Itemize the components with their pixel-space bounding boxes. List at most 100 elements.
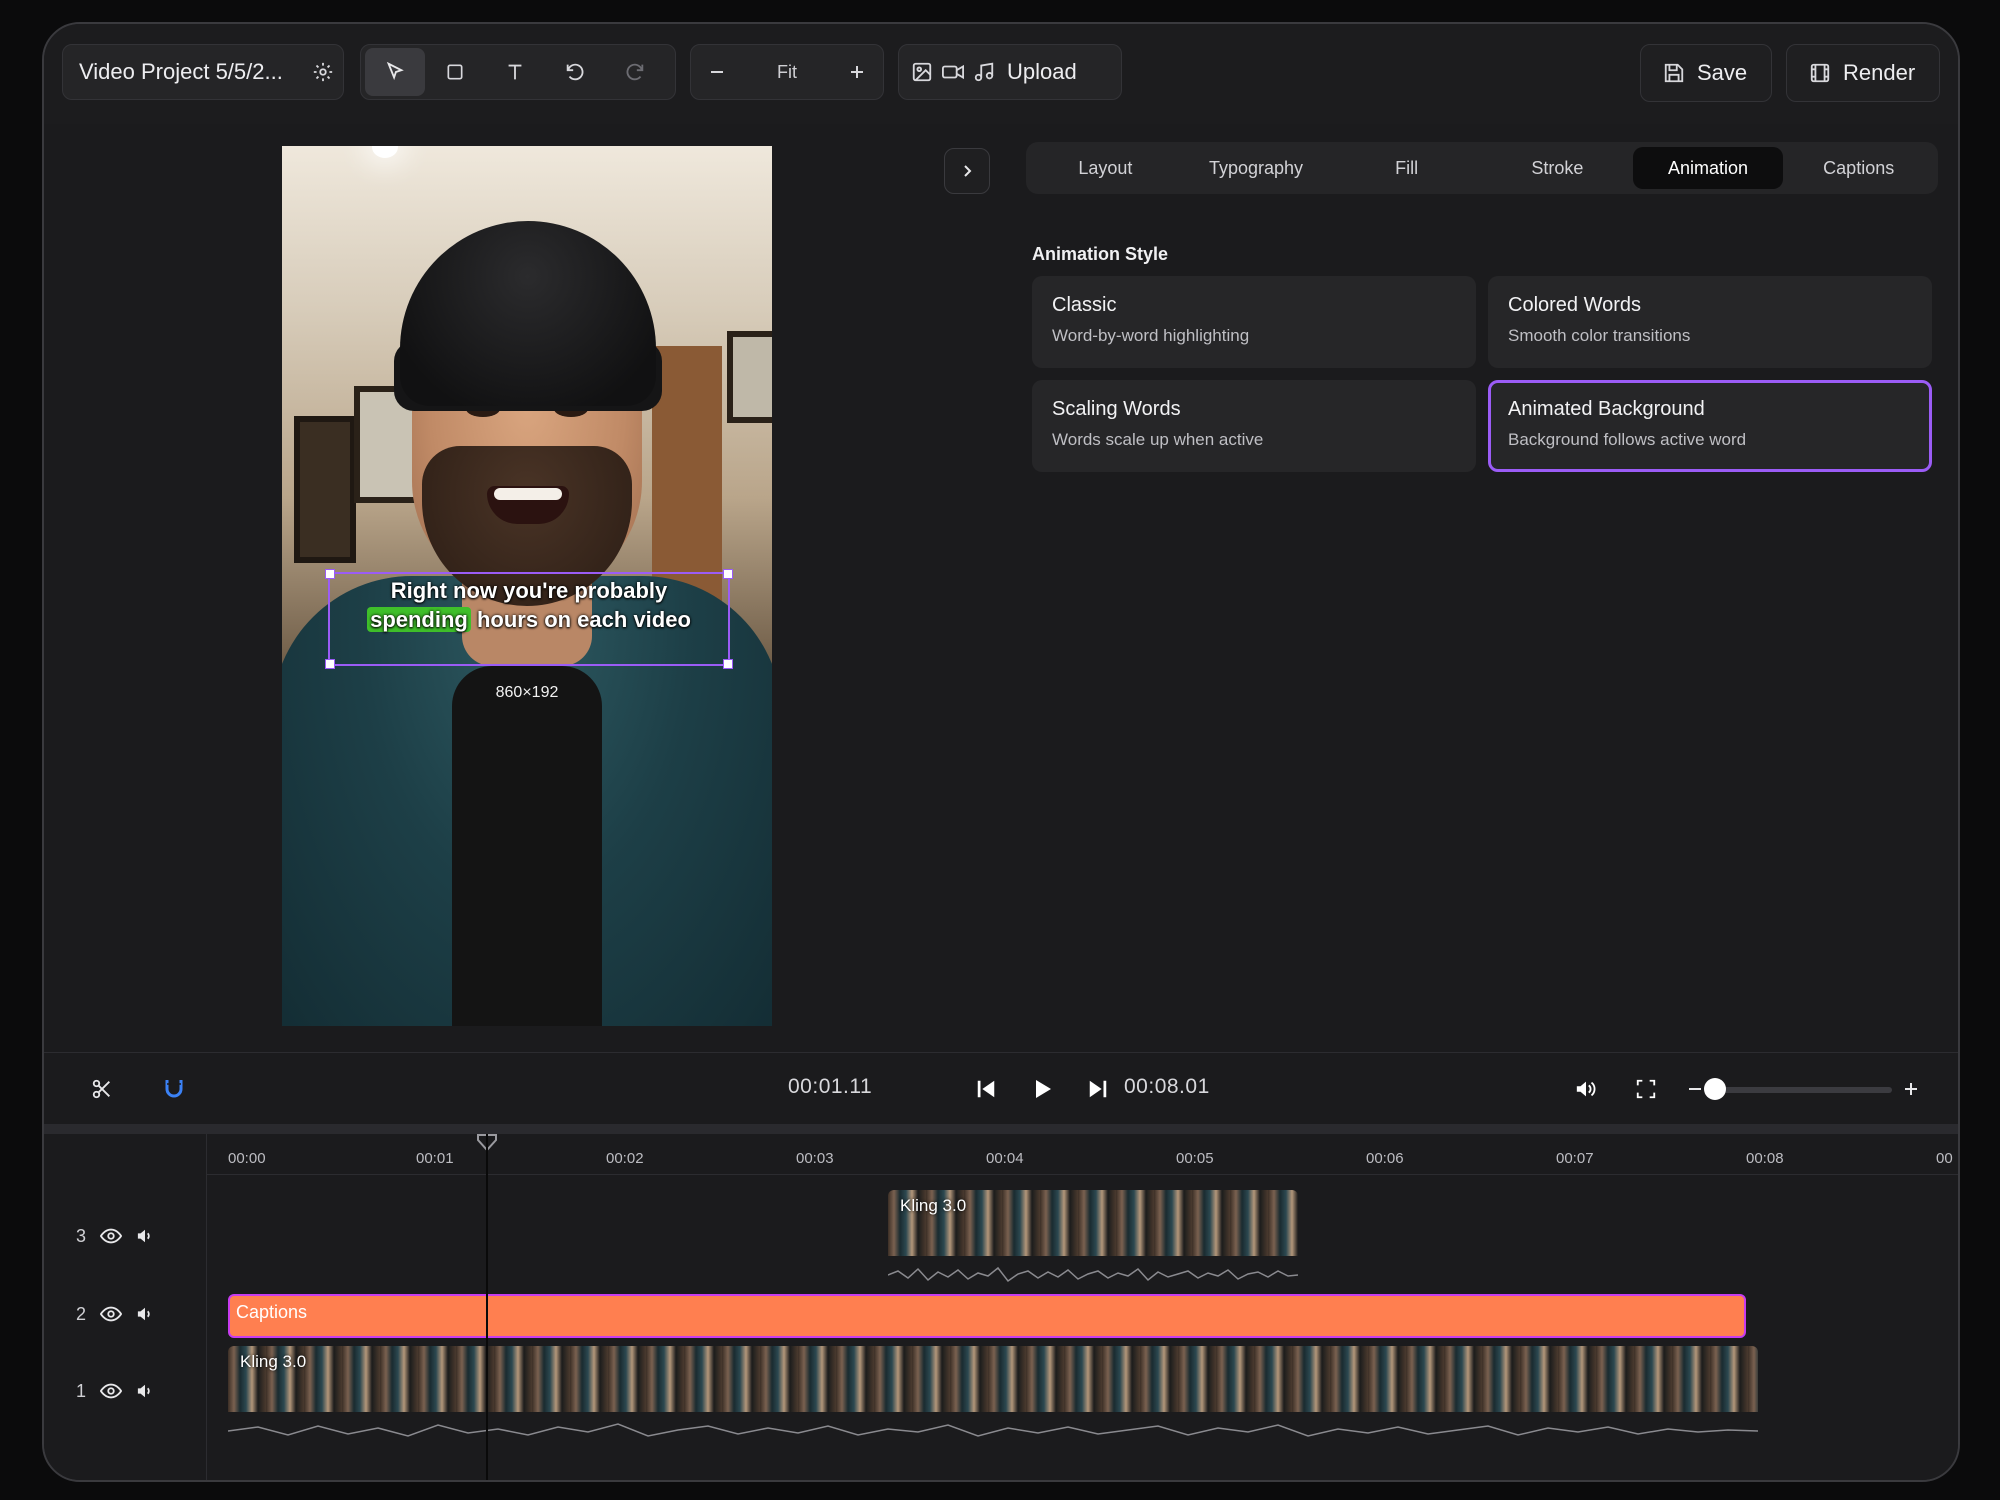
style-card-scaling-words[interactable]: Scaling Words Words scale up when active: [1032, 380, 1476, 472]
zoom-out-button[interactable]: [697, 50, 737, 94]
style-title: Classic: [1052, 294, 1117, 316]
speaker-icon: [1574, 1078, 1598, 1100]
captions-clip[interactable]: Captions: [228, 1294, 1746, 1338]
play-icon: [1030, 1077, 1054, 1101]
fullscreen-icon: [1635, 1078, 1657, 1100]
clip-label: Kling 3.0: [240, 1352, 307, 1371]
zoom-in-button[interactable]: [837, 50, 877, 94]
skip-back-icon: [975, 1078, 997, 1100]
text-tool-button[interactable]: [485, 48, 545, 96]
clip-label: Captions: [236, 1302, 308, 1322]
skip-forward-icon: [1087, 1078, 1109, 1100]
save-label: Save: [1697, 60, 1748, 85]
speaker-icon[interactable]: [136, 1306, 154, 1322]
preview-area: Right now you're probably spending hours…: [44, 124, 1009, 1052]
cursor-arrow-icon: [384, 61, 406, 83]
active-word-highlight: spending: [367, 607, 471, 632]
timeline-zoom-slider-knob[interactable]: [1704, 1078, 1726, 1100]
caption-line-2: spending hours on each video: [330, 607, 728, 633]
plus-icon: [849, 64, 865, 80]
split-clip-button[interactable]: [80, 1067, 124, 1111]
ruler-tick: 00: [1936, 1150, 1953, 1167]
tab-layout[interactable]: Layout: [1030, 147, 1181, 189]
speaker-icon[interactable]: [136, 1383, 154, 1399]
playback-controls: 00:01.11 00:08.01: [44, 1052, 1958, 1125]
rectangle-tool-button[interactable]: [425, 48, 485, 96]
track-number: 1: [75, 1380, 86, 1401]
chevron-right-icon: [959, 163, 975, 179]
project-title[interactable]: Video Project 5/5/2...: [79, 59, 303, 85]
zoom-group: Fit: [690, 44, 884, 100]
ruler-tick: 00:06: [1366, 1150, 1404, 1167]
timeline: 00:00 00:01 00:02 00:03 00:04 00:05 00:0…: [44, 1134, 1958, 1480]
timeline-zoom-in-button[interactable]: [1896, 1067, 1926, 1111]
tab-stroke[interactable]: Stroke: [1482, 147, 1633, 189]
ruler-tick: 00:02: [606, 1150, 644, 1167]
total-duration: 00:08.01: [1124, 1075, 1210, 1098]
square-icon: [445, 62, 465, 82]
settings-gear-icon[interactable]: [303, 52, 343, 92]
ruler-tick: 00:05: [1176, 1150, 1214, 1167]
timeline-divider[interactable]: [44, 1124, 1958, 1134]
section-title: Animation Style: [1032, 244, 1169, 264]
caption-selection-box[interactable]: Right now you're probably spending hours…: [325, 569, 733, 669]
caption-line-2-text: hours on each video: [470, 607, 691, 632]
eye-icon[interactable]: [100, 1306, 122, 1322]
tab-captions[interactable]: Captions: [1783, 147, 1934, 189]
style-card-animated-background[interactable]: Animated Background Background follows a…: [1488, 380, 1932, 472]
style-description: Words scale up when active: [1052, 430, 1264, 449]
eye-icon[interactable]: [100, 1383, 122, 1399]
redo-button[interactable]: [605, 48, 665, 96]
ruler-tick: 00:08: [1746, 1150, 1784, 1167]
zoom-level[interactable]: Fit: [777, 62, 797, 83]
ruler-tick: 00:03: [796, 1150, 834, 1167]
resize-handle[interactable]: [325, 659, 335, 669]
collapse-panel-button[interactable]: [944, 148, 990, 194]
tab-fill[interactable]: Fill: [1331, 147, 1482, 189]
eye-icon[interactable]: [100, 1228, 122, 1244]
timeline-zoom-slider[interactable]: [1716, 1087, 1892, 1093]
playhead[interactable]: [486, 1134, 488, 1480]
resize-handle[interactable]: [723, 659, 733, 669]
tab-typography[interactable]: Typography: [1181, 147, 1332, 189]
style-card-colored-words[interactable]: Colored Words Smooth color transitions: [1488, 276, 1932, 368]
scissors-icon: [91, 1078, 113, 1100]
video-clip-track-3[interactable]: Kling 3.0: [888, 1190, 1298, 1288]
video-editor-window: Video Project 5/5/2... Fit Upload Save R…: [42, 22, 1960, 1482]
select-tool-button[interactable]: [365, 48, 425, 96]
style-card-classic[interactable]: Classic Word-by-word highlighting: [1032, 276, 1476, 368]
video-camera-icon: [941, 61, 965, 83]
render-button[interactable]: Render: [1786, 44, 1940, 102]
track-number: 3: [75, 1225, 86, 1246]
save-button[interactable]: Save: [1640, 44, 1772, 102]
fullscreen-button[interactable]: [1624, 1067, 1668, 1111]
dimensions-label: 860×192: [495, 684, 559, 701]
play-button[interactable]: [1020, 1067, 1064, 1111]
speaker-icon[interactable]: [136, 1228, 154, 1244]
property-tabs: Layout Typography Fill Stroke Animation …: [1026, 142, 1938, 194]
track-number: 2: [75, 1303, 86, 1324]
properties-panel: Layout Typography Fill Stroke Animation …: [1008, 124, 1958, 1052]
skip-back-button[interactable]: [964, 1067, 1008, 1111]
floppy-disk-icon: [1663, 62, 1685, 84]
clip-label: Kling 3.0: [900, 1196, 967, 1215]
current-time: 00:01.11: [788, 1075, 873, 1098]
track-1-controls: 1: [44, 1371, 206, 1411]
video-clip-track-1[interactable]: Kling 3.0: [228, 1346, 1758, 1444]
project-title-group: Video Project 5/5/2...: [62, 44, 344, 100]
top-toolbar: Video Project 5/5/2... Fit Upload Save R…: [44, 24, 1958, 125]
ruler-tick: 00:04: [986, 1150, 1024, 1167]
music-note-icon: [973, 61, 995, 83]
magnet-icon: [162, 1077, 186, 1101]
audio-waveform: [228, 1423, 1758, 1437]
volume-button[interactable]: [1564, 1067, 1608, 1111]
upload-media-group[interactable]: Upload: [898, 44, 1122, 100]
snap-toggle-button[interactable]: [152, 1067, 196, 1111]
video-canvas[interactable]: Right now you're probably spending hours…: [282, 146, 772, 1026]
tab-animation[interactable]: Animation: [1632, 147, 1784, 189]
ruler-tick: 00:07: [1556, 1150, 1594, 1167]
redo-icon: [624, 61, 646, 83]
undo-button[interactable]: [545, 48, 605, 96]
skip-forward-button[interactable]: [1076, 1067, 1120, 1111]
time-ruler[interactable]: 00:00 00:01 00:02 00:03 00:04 00:05 00:0…: [206, 1134, 1958, 1175]
